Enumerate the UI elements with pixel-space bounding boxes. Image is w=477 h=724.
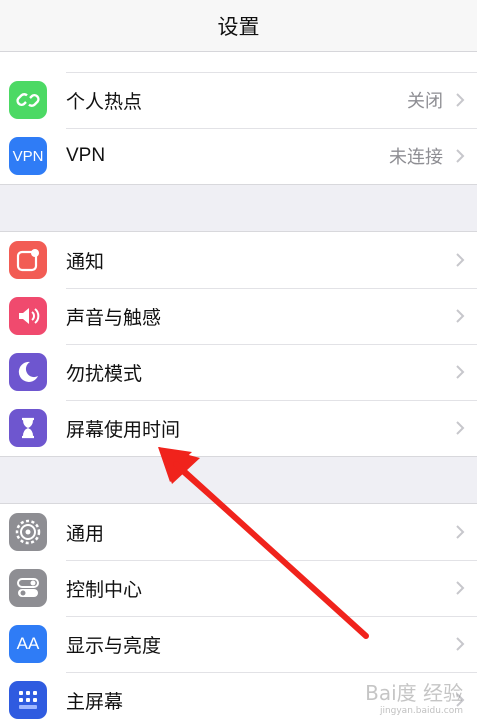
settings-row-do-not-disturb[interactable]: 勿扰模式 — [0, 344, 477, 400]
settings-row-label: 显示与亮度 — [66, 635, 162, 657]
settings-row-label: VPN — [66, 145, 106, 166]
settings-group-notifications: 通知 声音与触感 勿扰模式 屏幕使用时间 — [0, 231, 477, 457]
chevron-right-icon — [456, 637, 465, 651]
speaker-icon — [9, 297, 47, 335]
settings-row-notifications[interactable]: 通知 — [0, 232, 477, 288]
display-icon-text: AA — [16, 634, 40, 653]
settings-row-label: 控制中心 — [66, 579, 143, 601]
settings-row-hotspot[interactable]: 个人热点 关闭 — [0, 72, 477, 128]
vpn-icon: VPN — [9, 137, 47, 175]
watermark: Bai度 经验 jingyan.baidu.com — [365, 677, 463, 716]
watermark-url: jingyan.baidu.com — [379, 706, 463, 716]
settings-row-screen-time[interactable]: 屏幕使用时间 — [0, 400, 477, 456]
chevron-right-icon — [456, 93, 465, 107]
chevron-right-icon — [456, 149, 465, 163]
vpn-status: 未连接 — [389, 147, 443, 167]
chevron-right-icon — [456, 365, 465, 379]
chevron-right-icon — [456, 421, 465, 435]
settings-row-label: 屏幕使用时间 — [66, 419, 181, 441]
settings-row-label: 个人热点 — [66, 91, 143, 113]
navigation-bar: 设置 — [0, 0, 477, 52]
group-gap — [0, 185, 477, 231]
chevron-right-icon — [456, 581, 465, 595]
hourglass-icon — [9, 409, 47, 447]
home-grid-icon — [9, 681, 47, 719]
settings-row-label: 勿扰模式 — [66, 363, 143, 385]
chevron-right-icon — [456, 253, 465, 267]
vpn-icon-text: VPN — [12, 147, 44, 165]
link-icon — [9, 81, 47, 119]
settings-row-general[interactable]: 通用 — [0, 504, 477, 560]
settings-row-label: 通知 — [66, 251, 105, 273]
settings-row-sounds[interactable]: 声音与触感 — [0, 288, 477, 344]
settings-row-label: 主屏幕 — [66, 691, 124, 713]
settings-row-vpn[interactable]: VPN VPN 未连接 — [0, 128, 477, 184]
gear-icon — [9, 513, 47, 551]
settings-row-label: 通用 — [66, 523, 105, 545]
display-icon: AA — [9, 625, 47, 663]
page-title: 设置 — [217, 15, 260, 39]
watermark-text: Bai度 经验 — [365, 681, 463, 705]
settings-row-control-center[interactable]: 控制中心 — [0, 560, 477, 616]
settings-row-display[interactable]: AA 显示与亮度 — [0, 616, 477, 672]
notification-icon — [9, 241, 47, 279]
toggles-icon — [9, 569, 47, 607]
settings-row-label: 声音与触感 — [66, 307, 162, 329]
hotspot-status: 关闭 — [407, 91, 443, 111]
moon-icon — [9, 353, 47, 391]
chevron-right-icon — [456, 525, 465, 539]
group-gap — [0, 457, 477, 503]
chevron-right-icon — [456, 309, 465, 323]
settings-list: 个人热点 关闭 VPN VPN 未连接 通知 声音与触感 勿扰模式 屏幕使用时间… — [0, 0, 477, 724]
